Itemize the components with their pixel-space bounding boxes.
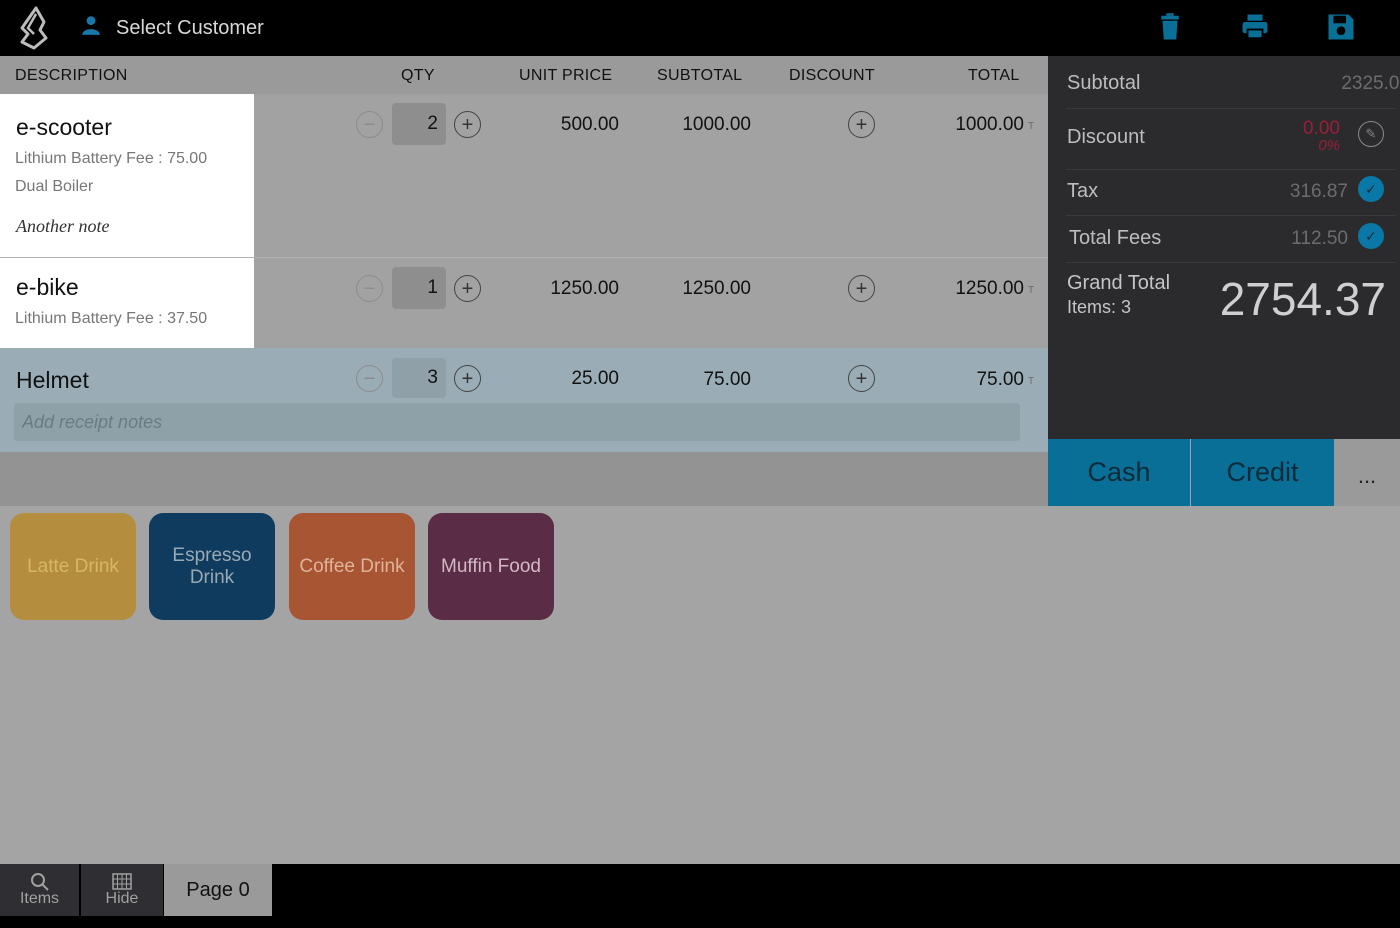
tile-espresso-drink[interactable]: Espresso Drink [149,513,275,620]
unit-price: 25.00 [571,368,619,389]
print-icon[interactable] [1240,12,1270,42]
grand-total-label: Grand Total [1067,272,1171,294]
tile-latte-drink[interactable]: Latte Drink [10,513,136,620]
fees-label: Total Fees [1069,227,1162,249]
line-subtotal: 1000.00 [682,114,751,135]
items-count: Items: 3 [1067,297,1132,317]
fees-line: Total Fees 112.50 ✓ [1066,216,1396,263]
subtotal-value: 2325.00 [1341,73,1400,94]
decrease-qty-button[interactable]: − [356,275,383,302]
cash-button[interactable]: Cash [1048,439,1190,506]
line-item-row[interactable]: e-scooter Lithium Battery Fee : 75.00 Du… [0,94,1048,258]
qty-field[interactable]: 3 [392,358,446,398]
bottom-bar: Items Hide Page 0 [0,864,1400,928]
more-payment-button[interactable]: ... [1334,439,1400,506]
col-total: TOTAL [968,67,1020,84]
hide-grid-button[interactable]: Hide [81,864,163,916]
discount-label: Discount [1067,126,1145,148]
decrease-qty-button[interactable]: − [356,365,383,392]
receipt-notes-input[interactable] [14,403,1020,441]
add-discount-button[interactable]: + [848,111,875,138]
lightspeed-logo-icon [14,6,54,50]
line-total: 1250.00 [955,278,1024,299]
increase-qty-button[interactable]: + [454,365,481,392]
person-icon [80,14,102,42]
discount-value: 0.00 0% [1303,119,1340,153]
subtotal-label: Subtotal [1067,72,1141,94]
line-item-row[interactable]: e-bike Lithium Battery Fee : 37.50 − 1 +… [0,258,1048,348]
item-modifier: Lithium Battery Fee : 37.50 [15,310,208,327]
top-bar: Select Customer [0,0,1400,56]
totals-panel: Subtotal 2325.00 Discount 0.00 0% ✎ Tax … [1048,56,1400,439]
line-subtotal: 75.00 [703,369,751,390]
item-modifier: Dual Boiler [15,178,94,195]
item-description-card[interactable]: e-bike Lithium Battery Fee : 37.50 [0,258,254,348]
tax-mark: T [1028,376,1035,387]
tax-label: Tax [1067,180,1099,202]
select-customer-button[interactable]: Select Customer [80,13,264,43]
discount-amount: 0.00 [1303,118,1340,139]
tax-line: Tax 316.87 ✓ [1066,170,1396,216]
unit-price: 1250.00 [550,278,619,299]
col-description: DESCRIPTION [15,67,128,84]
grand-total-value: 2754.37 [1219,273,1386,325]
fees-checkmark-icon[interactable]: ✓ [1358,223,1384,249]
product-grid: Latte Drink Espresso Drink Coffee Drink … [0,506,1400,864]
tax-value: 316.87 [1289,181,1348,202]
tax-checkmark-icon[interactable]: ✓ [1358,176,1384,202]
tile-muffin-food[interactable]: Muffin Food [428,513,554,620]
add-discount-button[interactable]: + [848,275,875,302]
col-unit-price: UNIT PRICE [519,67,613,84]
decrease-qty-button[interactable]: − [356,111,383,138]
select-customer-label: Select Customer [116,16,264,39]
increase-qty-button[interactable]: + [454,111,481,138]
save-icon[interactable] [1326,12,1356,42]
line-items: e-scooter Lithium Battery Fee : 75.00 Du… [0,94,1048,452]
search-icon [0,864,79,891]
line-subtotal: 1250.00 [682,278,751,299]
tile-coffee-drink[interactable]: Coffee Drink [289,513,415,620]
item-note: Another note [16,216,110,236]
sale-footer-strip [0,452,1048,506]
qty-field[interactable]: 1 [392,267,446,309]
item-description-card[interactable]: e-scooter Lithium Battery Fee : 75.00 Du… [0,94,254,257]
items-search-button[interactable]: Items [0,864,79,916]
page-tab[interactable]: Page 0 [164,864,272,916]
tax-mark: T [1028,121,1035,132]
trash-icon[interactable] [1155,12,1185,42]
discount-line[interactable]: Discount 0.00 0% ✎ [1066,109,1396,170]
grid-icon [81,864,163,890]
column-header-row: DESCRIPTION QTY UNIT PRICE SUBTOTAL DISC… [0,56,1048,94]
payment-bar: Cash Credit ... [1048,439,1400,506]
qty-field[interactable]: 2 [392,103,446,145]
hide-label: Hide [105,890,139,907]
credit-button[interactable]: Credit [1191,439,1334,506]
line-total: 1000.00 [955,114,1024,135]
tax-mark: T [1028,285,1035,296]
item-modifier: Lithium Battery Fee : 75.00 [15,150,208,167]
unit-price: 500.00 [560,114,619,135]
items-label: Items [19,890,60,907]
line-item-row-selected[interactable]: Helmet − 3 + 25.00 75.00 + 75.00 T [0,348,1048,452]
item-name: e-scooter [16,114,112,140]
col-subtotal: SUBTOTAL [657,67,743,84]
edit-discount-icon[interactable]: ✎ [1358,121,1384,147]
fees-value: 112.50 [1291,228,1348,249]
discount-percent: 0% [1318,137,1340,154]
line-total: 75.00 [976,369,1024,390]
item-name: e-bike [16,274,79,300]
col-discount: DISCOUNT [789,67,875,84]
item-name: Helmet [16,367,89,393]
col-qty: QTY [401,67,435,84]
increase-qty-button[interactable]: + [454,275,481,302]
subtotal-line: Subtotal 2325.00 [1066,56,1400,109]
add-discount-button[interactable]: + [848,365,875,392]
